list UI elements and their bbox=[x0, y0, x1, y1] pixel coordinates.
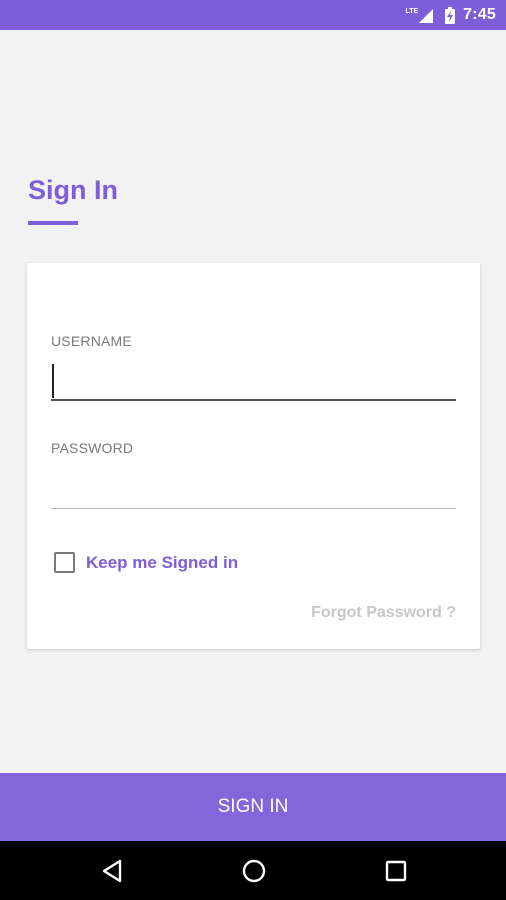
back-icon[interactable] bbox=[99, 858, 125, 884]
forgot-password-link[interactable]: Forgot Password ? bbox=[311, 604, 456, 622]
network-type-label: LTE bbox=[405, 7, 419, 15]
page-title: Sign In bbox=[28, 175, 118, 205]
sign-in-button[interactable]: SIGN IN bbox=[0, 773, 506, 841]
title-underline bbox=[28, 221, 78, 225]
status-bar: LTE 7:45 bbox=[0, 0, 506, 30]
keep-signed-in-label[interactable]: Keep me Signed in bbox=[86, 553, 238, 573]
text-cursor bbox=[52, 364, 54, 398]
home-icon[interactable] bbox=[241, 858, 267, 884]
keep-signed-in-checkbox[interactable]: Keep me Signed in bbox=[54, 552, 238, 573]
login-card: USERNAME PASSWORD Keep me Signed in Forg… bbox=[27, 263, 480, 649]
status-time: 7:45 bbox=[463, 6, 496, 23]
username-input[interactable] bbox=[51, 361, 456, 401]
checkbox-box[interactable] bbox=[54, 552, 75, 573]
navigation-bar bbox=[0, 841, 506, 900]
username-label: USERNAME bbox=[51, 333, 132, 349]
recents-icon[interactable] bbox=[383, 858, 409, 884]
password-label: PASSWORD bbox=[51, 440, 134, 456]
password-input[interactable] bbox=[51, 469, 456, 509]
lte-signal-icon: LTE bbox=[405, 7, 434, 23]
battery-charging-icon bbox=[445, 6, 456, 24]
